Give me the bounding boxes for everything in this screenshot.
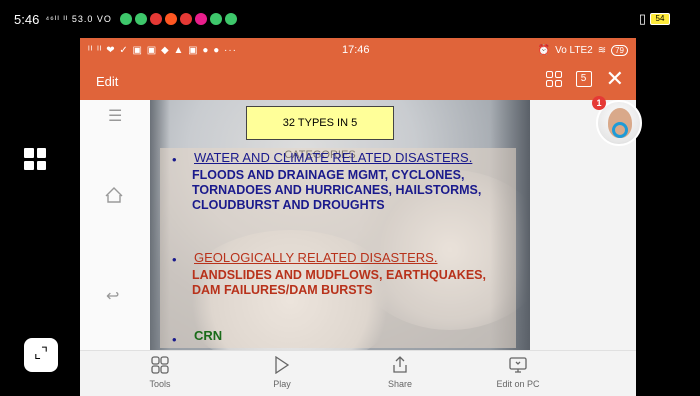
avatar-badge: 1: [592, 96, 606, 110]
avatar-ring: [612, 122, 628, 138]
play-button[interactable]: Play: [252, 355, 312, 389]
tools-label: Tools: [149, 379, 171, 389]
page-count-button[interactable]: 5: [575, 71, 592, 87]
battery-icon: 54: [650, 13, 670, 25]
slide-text-panel: • WATER AND CLIMATE RELATED DISASTERS. F…: [160, 148, 516, 348]
outer-status-right: ▯ 54: [639, 11, 670, 27]
toolbar-actions: 5 ✕: [545, 68, 624, 90]
home-icon[interactable]: [104, 186, 124, 209]
app-toolbar: Edit 5 ✕: [80, 62, 636, 100]
phone-screen: 5:46 ⁴⁶ᴵᴵ ᴵᴵ 53.0 VO ▯ 54 ⌞⌝ ᴵᴵ ᴵᴵ ❤ ✓ ▣…: [0, 0, 700, 396]
bullet-body: LANDSLIDES AND MUDFLOWS, EARTHQUAKES, DA…: [192, 268, 486, 297]
edit-button[interactable]: Edit: [96, 74, 118, 89]
left-nav-rail: ⌞⌝: [0, 38, 80, 396]
tools-icon: [130, 355, 190, 375]
inner-clock: 17:46: [342, 44, 370, 56]
bullet-mark: •: [172, 332, 177, 347]
document-area: ☰ ↩ 32 TYPES IN 5 CATEGORIES • WATER AND…: [80, 100, 636, 350]
play-label: Play: [273, 379, 291, 389]
inner-status-bar: ᴵᴵ ᴵᴵ ❤ ✓ ▣ ▣ ◆ ▲ ▣ ● ● ··· 17:46 ⏰ Vo L…: [80, 38, 636, 62]
notification-icon: [119, 13, 132, 25]
share-button[interactable]: Share: [370, 355, 430, 389]
grid-view-icon[interactable]: [545, 71, 562, 87]
notification-icons: [119, 13, 237, 25]
menu-icon[interactable]: ☰: [108, 106, 122, 126]
network-label: Vo LTE2: [555, 44, 593, 56]
bullet-heading: GEOLOGICALLY RELATED DISASTERS.: [194, 250, 438, 265]
share-icon: [370, 355, 430, 375]
slide-title: 32 TYPES IN 5 CATEGORIES: [246, 106, 394, 161]
close-icon[interactable]: ✕: [606, 68, 624, 90]
bullet-mark: •: [172, 152, 177, 167]
inner-status-right: ⏰ Vo LTE2 ≋ 79: [537, 44, 628, 56]
edit-on-pc-button[interactable]: Edit on PC: [488, 355, 548, 389]
outer-clock: 5:46: [14, 11, 40, 27]
notification-icon: [134, 13, 147, 25]
notification-icon: [149, 13, 162, 25]
tools-button[interactable]: Tools: [130, 355, 190, 389]
side-menu: ☰ ↩: [80, 100, 150, 350]
share-label: Share: [387, 379, 413, 389]
play-icon: [252, 355, 312, 375]
bottom-toolbar: Tools Play Share Edit on PC: [80, 350, 636, 396]
bullet-mark: •: [172, 252, 177, 267]
notification-icon: [224, 13, 237, 25]
app-grid-icon[interactable]: [24, 148, 46, 170]
notification-icon: [164, 13, 177, 25]
inner-status-icons: ᴵᴵ ᴵᴵ ❤ ✓ ▣ ▣ ◆ ▲ ▣ ● ● ···: [88, 44, 238, 56]
edit-on-pc-label: Edit on PC: [496, 379, 540, 389]
bullet-heading: CRN: [194, 328, 223, 343]
inner-battery-icon: 79: [611, 44, 628, 56]
fullscreen-corner-button[interactable]: ⌞⌝: [24, 338, 58, 372]
notification-icon: [179, 13, 192, 25]
wifi-icon: ≋: [597, 44, 607, 56]
notification-icon: [209, 13, 222, 25]
bullet-body: FLOODS AND DRAINAGE MGMT, CYCLONES, TORN…: [192, 168, 482, 212]
app-window: ᴵᴵ ᴵᴵ ❤ ✓ ▣ ▣ ◆ ▲ ▣ ● ● ··· 17:46 ⏰ Vo L…: [80, 38, 636, 396]
monitor-icon: [488, 355, 548, 375]
vibrate-icon: ▯: [638, 11, 646, 26]
alarm-icon: ⏰: [537, 44, 551, 56]
outer-status-bar: 5:46 ⁴⁶ᴵᴵ ᴵᴵ 53.0 VO ▯ 54: [0, 0, 700, 38]
outer-signal-indicators: ⁴⁶ᴵᴵ ᴵᴵ 53.0 VO: [45, 14, 112, 24]
back-icon[interactable]: ↩: [106, 286, 119, 306]
notification-icon: [194, 13, 207, 25]
bullet-heading: WATER AND CLIMATE RELATED DISASTERS.: [194, 150, 473, 165]
